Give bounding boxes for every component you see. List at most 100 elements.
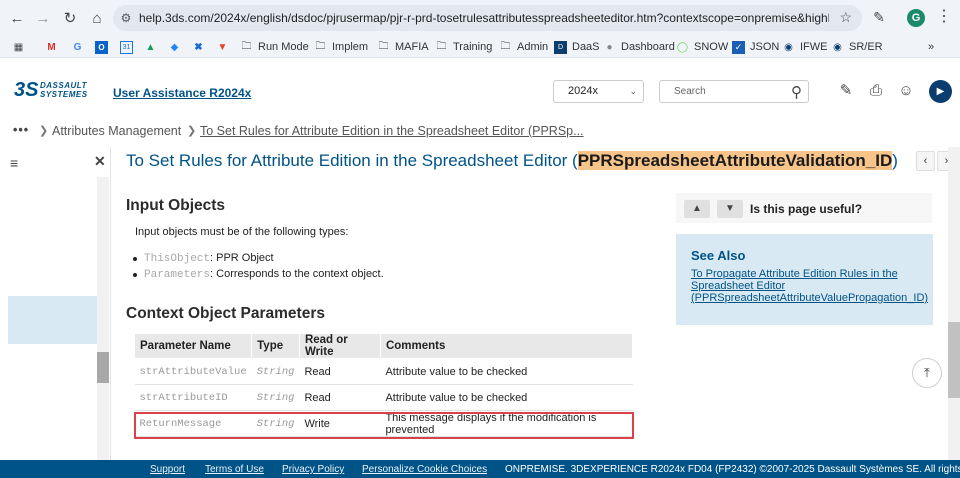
breadcrumb-attributes-management[interactable]: Attributes Management [52,124,181,138]
version-select[interactable]: 2024x ⌄ [553,80,644,103]
back-arrow-icon[interactable]: ← [4,5,30,31]
param-type: String [251,384,300,411]
param-rw: Write [299,410,381,437]
site-header: 3S DASSAULT SYSTEMES User Assistance R20… [0,59,960,119]
cookie-link[interactable]: Personalize Cookie Choices [362,464,487,475]
bookmark-json[interactable]: ✓ JSON [732,39,779,55]
search-icon[interactable]: ⚲ [791,82,802,103]
privacy-link[interactable]: Privacy Policy [282,464,344,475]
bookmark-srer[interactable]: ◉ SR/ER [831,39,883,55]
bookmark-gitlab[interactable]: ▼ [216,39,234,55]
thumbs-down-icon[interactable]: ▼ [717,200,743,218]
extensions-icon[interactable]: ✎ [868,6,890,28]
terms-link[interactable]: Terms of Use [205,464,264,475]
folder-icon: 🗀 [436,40,447,52]
bookmark-gmail[interactable]: M [45,39,63,55]
bookmark-apps[interactable]: ▦ [12,39,30,55]
ifwe-icon: ◉ [784,41,793,53]
url-text[interactable]: help.3ds.com/2024x/english/dsdoc/pjruser… [139,11,829,25]
thumbs-up-icon[interactable]: ▲ [684,200,710,218]
dassault-logo[interactable]: 3S DASSAULT SYSTEMES [14,79,88,101]
bookmarks-overflow-icon[interactable]: » [928,39,934,55]
param-name: ReturnMessage [134,410,252,437]
bookmark-label: SR/ER [849,41,883,53]
bookmark-training[interactable]: 🗀 Training [435,39,493,55]
user-assistance-link[interactable]: User Assistance R2024x [113,86,251,100]
toc-scrollbar[interactable] [97,177,109,460]
logo-wordmark: DASSAULT SYSTEMES [40,81,88,99]
param-name: strAttributeValue [134,358,252,385]
close-icon[interactable]: ✕ [94,153,106,170]
bookmark-google[interactable]: G [71,39,89,55]
bookmark-label: JSON [750,41,780,53]
param-comment: This message displays if the modificatio… [380,410,633,437]
bookmark-jira[interactable]: ◆ [168,39,186,55]
param-type: String [251,410,300,437]
bullet [133,273,137,277]
column-header: Comments [379,333,634,359]
title-suffix: ) [892,151,898,170]
gitlab-icon: ▼ [217,41,228,53]
bookmark-star-icon[interactable]: ☆ [839,9,852,26]
bookmark-implem[interactable]: 🗀 Implem [314,39,369,55]
input-object-item: Parameters: Corresponds to the context o… [144,268,384,281]
logo-line2: SYSTEMES [40,90,88,99]
folder-icon: 🗀 [241,40,252,52]
reload-icon[interactable]: ↻ [57,5,83,31]
bookmark-daas[interactable]: D DaaS [554,39,600,55]
forward-arrow-icon[interactable]: → [30,5,56,31]
toc-scrollbar-thumb[interactable] [97,352,109,383]
see-also-title: See Also [691,248,746,263]
bullet [133,257,137,261]
bookmark-outlook[interactable]: O [95,39,113,55]
bookmark-confluence[interactable]: ✖ [192,39,210,55]
breadcrumb-current-page[interactable]: To Set Rules for Attribute Edition in th… [200,124,584,138]
column-header: Parameter Name [133,333,253,359]
bookmark-ifwe[interactable]: ◉ IFWE [782,39,828,55]
toc-selected-item[interactable] [8,296,97,344]
breadcrumb: ••• ❯ Attributes Management ❯ To Set Rul… [0,119,960,145]
back-to-top-button[interactable]: ⤒ [912,358,942,388]
support-link[interactable]: Support [150,464,185,475]
bookmark-dashboard[interactable]: ● Dashboard [603,39,674,55]
print-icon[interactable]: ⎙ [867,82,885,100]
bookmark-snow[interactable]: ◯ SNOW [676,39,728,55]
google-icon: G [73,41,82,53]
page-scrollbar-thumb[interactable] [948,322,960,398]
bookmark-calendar[interactable]: 31 [120,39,138,55]
bookmark-run-mode[interactable]: 🗀 Run Mode [240,39,309,55]
parameters-table: Parameter Name Type Read or Write Commen… [133,333,634,437]
logo-line1: DASSAULT [40,81,87,90]
chevron-down-icon: ⌄ [629,86,637,96]
site-info-icon[interactable]: ⚙ [113,11,139,25]
browser-menu-icon[interactable]: ⋮ [936,6,952,26]
page-scrollbar[interactable] [948,147,960,460]
bookmark-drive[interactable]: ▲ [144,39,162,55]
bookmark-label: IFWE [800,41,828,53]
search-input[interactable]: Search ⚲ [659,80,809,103]
edit-note-icon[interactable]: ✎ [837,82,855,100]
address-bar[interactable]: ⚙ help.3ds.com/2024x/english/dsdoc/pjrus… [113,5,862,31]
bookmark-mafia[interactable]: 🗀 MAFIA [377,39,429,55]
bookmark-label: Run Mode [258,41,309,53]
previous-page-button[interactable]: ‹ [916,151,935,171]
bookmark-admin[interactable]: 🗀 Admin [499,39,549,55]
3dexperience-compass-icon[interactable]: ▶ [929,80,952,103]
input-object-text: : PPR Object [210,252,274,264]
column-header: Type [251,333,300,359]
title-prefix: To Set Rules for Attribute Edition in th… [126,151,578,170]
see-also-link[interactable]: To Propagate Attribute Edition Rules in … [691,268,928,304]
breadcrumb-more-icon[interactable]: ••• [13,123,29,137]
context-params-heading: Context Object Parameters [126,305,325,322]
input-objects-heading: Input Objects [126,197,226,214]
version-value: 2024x [568,85,598,97]
accessibility-icon[interactable]: ☺ [897,82,915,100]
toc-tree-icon[interactable]: ≡ [10,155,28,173]
footer: Support Terms of Use Privacy Policy Pers… [0,460,960,478]
browser-toolbar: ← → ↻ ⌂ ⚙ help.3ds.com/2024x/english/dsd… [0,0,960,36]
search-placeholder: Search [674,86,706,97]
param-rw: Read [299,358,381,385]
profile-avatar[interactable]: G [907,9,925,27]
chevron-right-icon: ❯ [187,125,197,137]
home-icon[interactable]: ⌂ [84,5,110,31]
